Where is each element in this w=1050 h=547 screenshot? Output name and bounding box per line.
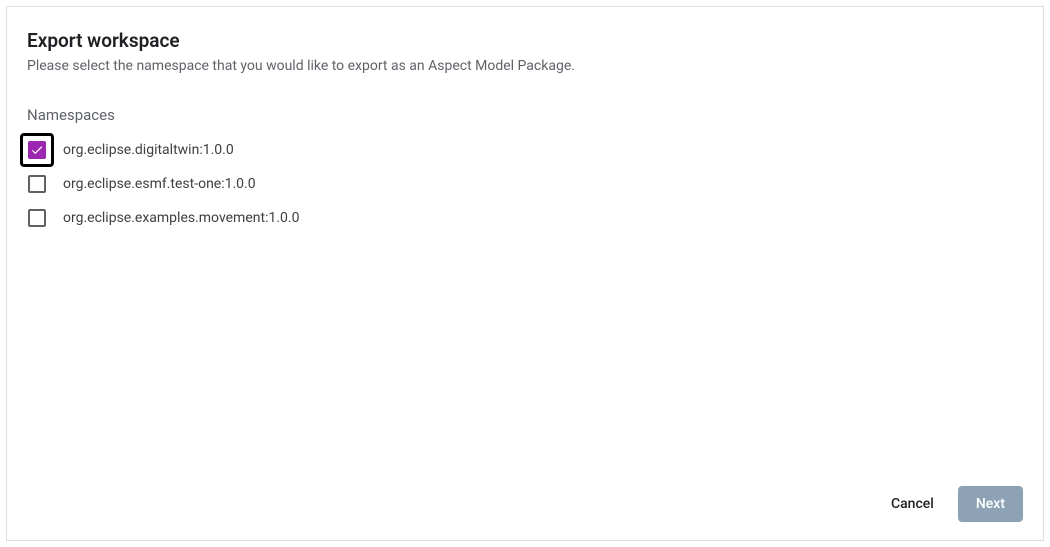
- checkbox-wrap: [27, 140, 47, 160]
- checkbox-wrap: [27, 208, 47, 228]
- cancel-button[interactable]: Cancel: [885, 486, 940, 522]
- export-workspace-dialog: Export workspace Please select the names…: [6, 6, 1044, 541]
- check-icon: [30, 143, 44, 157]
- namespace-item: org.eclipse.esmf.test-one:1.0.0: [27, 174, 1023, 194]
- next-button[interactable]: Next: [958, 486, 1023, 522]
- namespace-checkbox[interactable]: [28, 141, 46, 159]
- dialog-title: Export workspace: [27, 29, 1023, 52]
- namespace-label: org.eclipse.examples.movement:1.0.0: [63, 210, 299, 226]
- dialog-subtitle: Please select the namespace that you wou…: [27, 58, 1023, 74]
- namespace-label: org.eclipse.digitaltwin:1.0.0: [63, 142, 234, 158]
- namespace-checkbox[interactable]: [28, 175, 46, 193]
- namespace-item: org.eclipse.digitaltwin:1.0.0: [27, 140, 1023, 160]
- namespace-item: org.eclipse.examples.movement:1.0.0: [27, 208, 1023, 228]
- namespaces-list: org.eclipse.digitaltwin:1.0.0 org.eclipse…: [27, 140, 1023, 228]
- namespaces-label: Namespaces: [27, 106, 1023, 124]
- namespace-label: org.eclipse.esmf.test-one:1.0.0: [63, 176, 256, 192]
- namespace-checkbox[interactable]: [28, 209, 46, 227]
- dialog-actions: Cancel Next: [7, 472, 1043, 540]
- dialog-content: Export workspace Please select the names…: [7, 7, 1043, 472]
- checkbox-wrap: [27, 174, 47, 194]
